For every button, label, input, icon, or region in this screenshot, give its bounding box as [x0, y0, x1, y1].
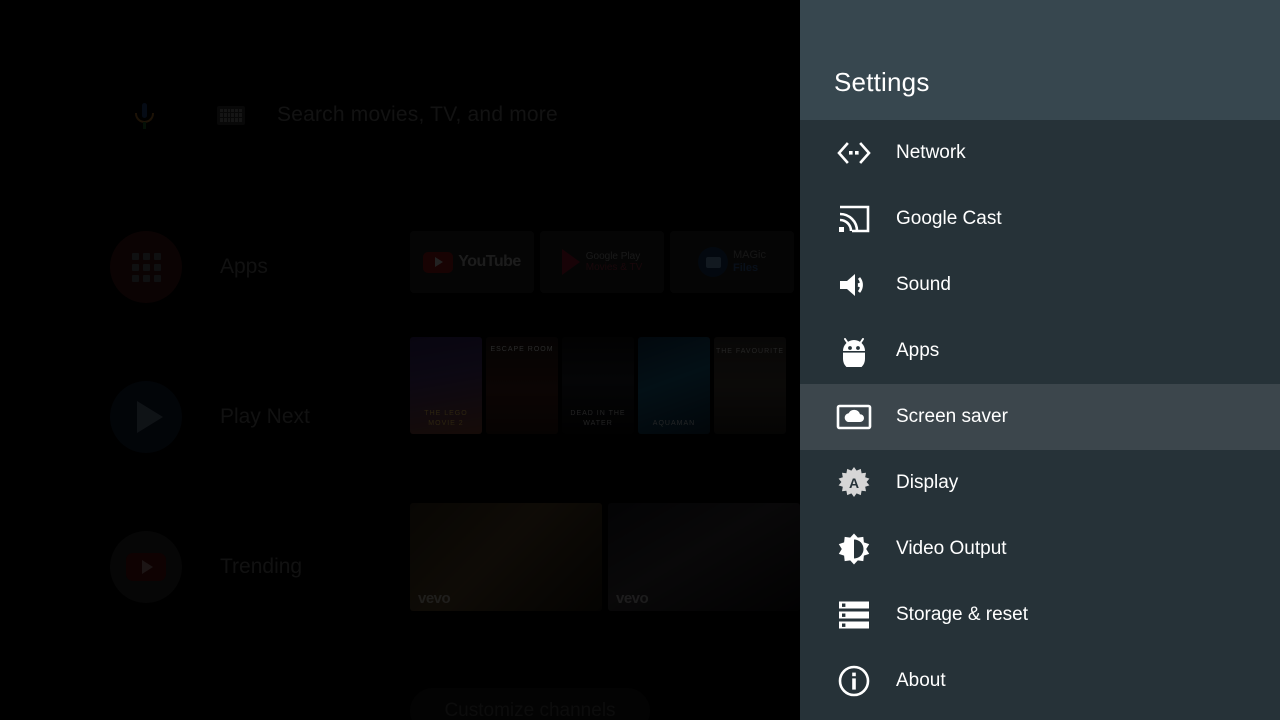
screen-saver-icon: [834, 397, 874, 437]
vevo-watermark: vevo: [418, 590, 451, 607]
settings-item-label: Sound: [896, 274, 951, 295]
settings-item-label: About: [896, 670, 946, 691]
search-row[interactable]: Search movies, TV, and more: [0, 92, 800, 138]
app-tile-label-line1: Google Play: [585, 250, 641, 262]
microphone-icon[interactable]: [133, 100, 155, 130]
settings-item-sound[interactable]: Sound: [800, 252, 1280, 318]
channel-row-play-next: Play Next The Lego Movie 2 Escape Room D…: [0, 337, 800, 453]
settings-item-apps[interactable]: Apps: [800, 318, 1280, 384]
google-play-icon: [561, 249, 580, 275]
android-icon: [834, 331, 874, 371]
settings-item-screen-saver[interactable]: Screen saver: [800, 384, 1280, 450]
row-title-apps: Apps: [220, 255, 268, 278]
android-tv-screen: Search movies, TV, and more Apps YouTube: [0, 0, 1280, 720]
settings-item-video-output[interactable]: Video Output: [800, 516, 1280, 582]
video-card[interactable]: vevo: [410, 503, 602, 611]
settings-item-label: Apps: [896, 340, 940, 361]
settings-item-storage-reset[interactable]: Storage & reset: [800, 582, 1280, 648]
app-tile-label-line2: Movies & TV: [585, 262, 643, 273]
app-tile-google-play-movies[interactable]: Google Play Movies & TV: [540, 231, 664, 293]
poster-card[interactable]: The Lego Movie 2: [410, 337, 482, 434]
poster-card[interactable]: Escape Room: [486, 337, 558, 434]
settings-item-label: Video Output: [896, 538, 1007, 559]
row-title-trending: Trending: [220, 555, 303, 578]
settings-item-label: Screen saver: [896, 406, 1008, 427]
video-list: vevo vevo: [410, 503, 806, 611]
settings-item-label: Google Cast: [896, 208, 1002, 229]
poster-list: The Lego Movie 2 Escape Room Dead in the…: [410, 337, 790, 434]
channel-row-trending: Trending vevo vevo: [0, 503, 800, 611]
youtube-icon: [423, 251, 454, 273]
customize-channels-button[interactable]: Customize channels: [410, 688, 650, 720]
settings-item-network[interactable]: Network: [800, 120, 1280, 186]
poster-card[interactable]: Dead in the Water: [562, 337, 634, 434]
magic-files-icon: [698, 247, 728, 277]
info-icon: [834, 661, 874, 701]
row-title-play-next: Play Next: [220, 405, 310, 428]
settings-header: Settings: [800, 0, 1280, 120]
search-input[interactable]: Search movies, TV, and more: [277, 103, 558, 127]
settings-item-about[interactable]: About: [800, 648, 1280, 714]
settings-item-label: Storage & reset: [896, 604, 1029, 625]
app-tile-magic-files[interactable]: MAGic Files: [670, 231, 794, 293]
page-title: Settings: [834, 67, 930, 97]
channel-row-apps: Apps YouTube Google Play Movies & TV MAG…: [0, 231, 924, 303]
apps-grid-icon[interactable]: [110, 231, 182, 303]
svg-text:A: A: [849, 475, 859, 491]
poster-title: The Lego Movie 2: [424, 410, 468, 427]
poster-card[interactable]: The Favourite: [714, 337, 786, 434]
app-tile-label-line1: MAGic: [733, 249, 766, 262]
cast-icon: [834, 199, 874, 239]
poster-title: The Favourite: [715, 348, 785, 355]
display-auto-brightness-icon: A: [834, 463, 874, 503]
youtube-icon[interactable]: [110, 531, 182, 603]
settings-item-label: Display: [896, 472, 959, 493]
poster-title: Dead in the Water: [570, 410, 626, 427]
vevo-watermark: vevo: [616, 590, 649, 607]
app-tile-youtube[interactable]: YouTube: [410, 231, 534, 293]
keyboard-icon[interactable]: [217, 105, 245, 125]
play-triangle-icon[interactable]: [110, 381, 182, 453]
poster-title: Aquaman: [652, 419, 696, 427]
video-output-brightness-icon: [834, 529, 874, 569]
settings-list: Network Google Cast Sound Apps Screen sa…: [800, 120, 1280, 714]
app-tile-label-line2: Files: [733, 262, 759, 274]
video-card[interactable]: vevo: [608, 503, 800, 611]
settings-item-google-cast[interactable]: Google Cast: [800, 186, 1280, 252]
app-tile-label: YouTube: [458, 253, 521, 270]
settings-item-label: Network: [896, 142, 966, 163]
poster-title: Escape Room: [490, 346, 554, 353]
sound-icon: [834, 265, 874, 305]
settings-panel: Settings Network Google Cast Sound Apps …: [800, 0, 1280, 720]
network-icon: [834, 133, 874, 173]
settings-item-display[interactable]: A Display: [800, 450, 1280, 516]
storage-icon: [834, 595, 874, 635]
poster-card[interactable]: Aquaman: [638, 337, 710, 434]
